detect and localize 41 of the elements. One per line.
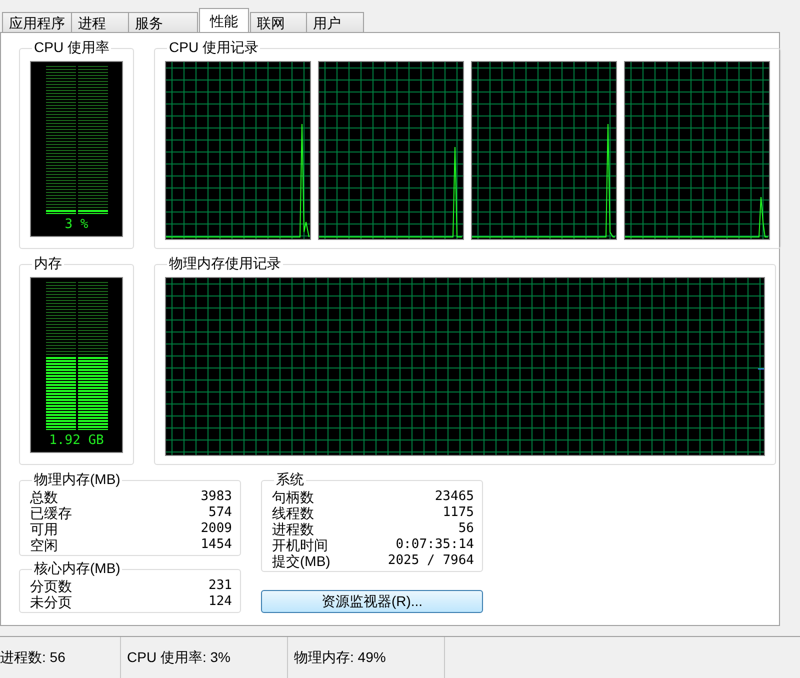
stat-value: 1454: [200, 537, 232, 553]
stat-label: 开机时间: [272, 537, 328, 553]
stat-label: 句柄数: [272, 489, 314, 505]
stat-value: 124: [208, 594, 232, 610]
group-title: 物理内存(MB): [33, 471, 122, 489]
status-text: 物理内存: 49%: [294, 648, 386, 666]
group-title: CPU 使用记录: [168, 39, 260, 57]
stat-label: 总数: [30, 489, 58, 505]
tab[interactable]: 性能: [199, 8, 249, 32]
tab[interactable]: 进程: [71, 12, 129, 32]
stat-label: 已缓存: [30, 505, 72, 521]
stat-value: 3983: [200, 489, 232, 505]
stat-value: 1175: [442, 505, 474, 521]
resource-monitor-button[interactable]: 资源监视器(R)...: [261, 590, 483, 613]
status-text: CPU 使用率: 3%: [127, 648, 230, 666]
stat-label: 可用: [30, 521, 58, 537]
stat-label: 提交(MB): [272, 553, 330, 569]
stat-value: 2009: [200, 521, 232, 537]
stat-value: 2025 / 7964: [388, 553, 474, 569]
stat-label: 未分页: [30, 594, 72, 610]
stat-label: 空闲: [30, 537, 58, 553]
stat-value: 56: [458, 521, 474, 537]
stat-label: 分页数: [30, 578, 72, 594]
group-title: CPU 使用率: [33, 39, 110, 57]
stat-value: 0:07:35:14: [396, 537, 474, 553]
stat-value: 231: [208, 578, 232, 594]
stat-value: 23465: [434, 489, 474, 505]
tab[interactable]: 服务: [128, 12, 198, 32]
status-text: 进程数: 56: [0, 648, 66, 666]
stat-label: 线程数: [272, 505, 314, 521]
gauge-reading: 3 %: [64, 217, 88, 232]
tab[interactable]: 用户: [306, 12, 364, 32]
group-title: 系统: [275, 471, 305, 489]
stat-value: 574: [208, 505, 232, 521]
group-title: 物理内存使用记录: [168, 255, 282, 273]
tab[interactable]: 应用程序: [2, 12, 72, 32]
group-title: 核心内存(MB): [33, 560, 122, 578]
group-title: 内存: [33, 255, 63, 273]
tab[interactable]: 联网: [250, 12, 307, 32]
gauge-reading: 1.92 GB: [49, 433, 104, 448]
stat-label: 进程数: [272, 521, 314, 537]
